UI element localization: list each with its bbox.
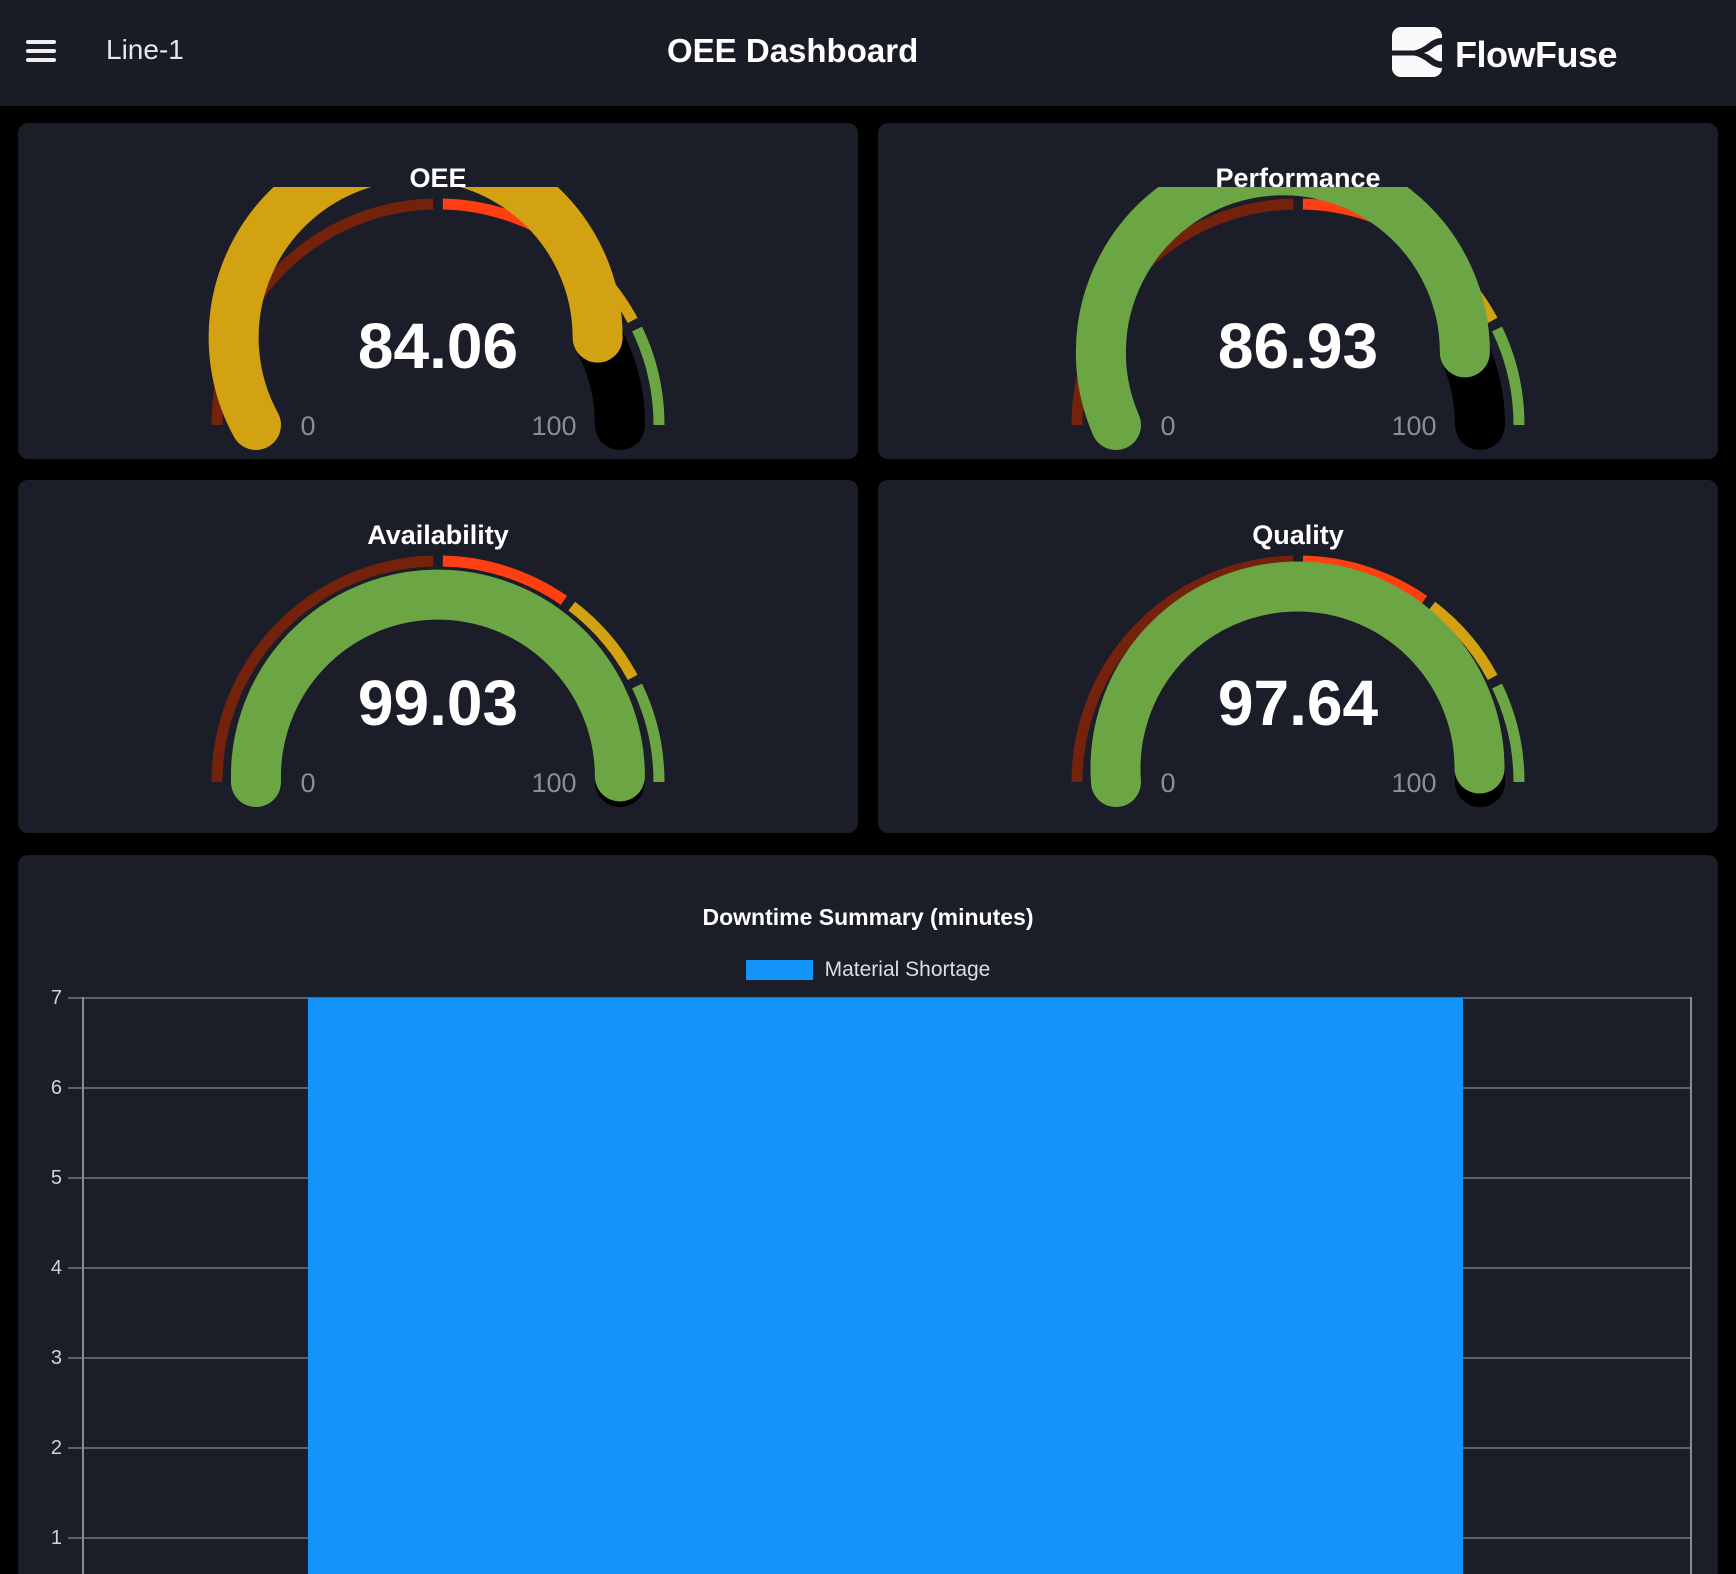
brand-logo: FlowFuse bbox=[1392, 27, 1442, 77]
gauge-card-availability: Availability 99.03 0 100 bbox=[18, 480, 858, 833]
app-header: Line-1 OEE Dashboard FlowFuse bbox=[0, 0, 1736, 106]
y-tick-label: 1 bbox=[22, 1527, 62, 1550]
gauge-quality: 97.64 0 100 bbox=[1058, 544, 1538, 814]
gauge-oee: 84.06 0 100 bbox=[198, 187, 678, 457]
oee-dashboard-page: { "header": { "page_name": "Line-1", "ti… bbox=[0, 0, 1736, 1574]
gauge-max-label: 100 bbox=[1391, 768, 1436, 798]
gauge-card-oee: OEE 84.06 0 100 bbox=[18, 123, 858, 459]
gauge-performance: 86.93 0 100 bbox=[1058, 187, 1538, 457]
gauge-max-label: 100 bbox=[531, 411, 576, 441]
gauge-min-label: 0 bbox=[1160, 768, 1175, 798]
bar-material-shortage[interactable] bbox=[308, 998, 1463, 1574]
gauge-min-label: 0 bbox=[300, 768, 315, 798]
downtime-chart-card: Downtime Summary (minutes) Material Shor… bbox=[18, 855, 1718, 1574]
brand-name: FlowFuse bbox=[1455, 34, 1617, 76]
gauge-min-label: 0 bbox=[300, 411, 315, 441]
gauge-max-label: 100 bbox=[1391, 411, 1436, 441]
gauge-value: 99.03 bbox=[358, 667, 518, 739]
gauge-arc bbox=[1101, 187, 1465, 425]
nav-page-name: Line-1 bbox=[106, 35, 184, 65]
hamburger-menu-icon[interactable] bbox=[26, 40, 56, 62]
y-tick-label: 6 bbox=[22, 1077, 62, 1100]
gauge-card-quality: Quality 97.64 0 100 bbox=[878, 480, 1718, 833]
gauge-card-performance: Performance 86.93 0 100 bbox=[878, 123, 1718, 459]
y-tick-label: 3 bbox=[22, 1347, 62, 1370]
y-tick-label: 2 bbox=[22, 1437, 62, 1460]
y-axis-line bbox=[82, 997, 84, 1574]
gauge-arc bbox=[234, 187, 598, 425]
y-tick-label: 5 bbox=[22, 1167, 62, 1190]
chart-right-border bbox=[1690, 997, 1692, 1574]
y-tick-label: 7 bbox=[22, 987, 62, 1010]
bar-chart-plot-area: 7 6 5 4 3 2 1 bbox=[18, 855, 1718, 1574]
gauge-value: 86.93 bbox=[1218, 310, 1378, 382]
gauge-min-label: 0 bbox=[1160, 411, 1175, 441]
gauge-availability: 99.03 0 100 bbox=[198, 544, 678, 814]
gauge-value: 97.64 bbox=[1218, 667, 1379, 739]
page-title: OEE Dashboard bbox=[667, 33, 918, 69]
y-tick-label: 4 bbox=[22, 1257, 62, 1280]
flowfuse-icon bbox=[1392, 27, 1442, 77]
gauge-value: 84.06 bbox=[358, 310, 518, 382]
gauge-max-label: 100 bbox=[531, 768, 576, 798]
